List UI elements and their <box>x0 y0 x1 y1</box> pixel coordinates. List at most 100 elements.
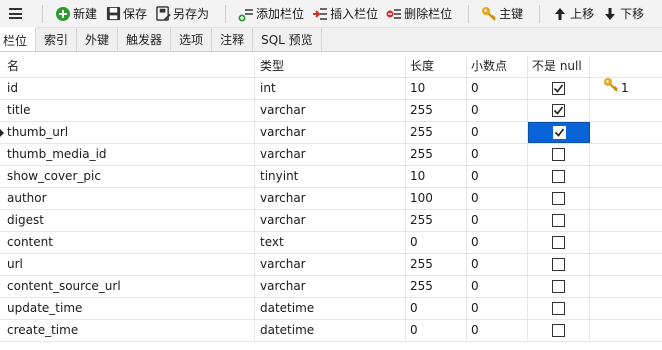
field-length-cell[interactable]: 255 <box>406 122 467 143</box>
field-name-cell[interactable]: thumb_url <box>0 122 255 143</box>
field-row[interactable]: author varchar 100 0 <box>0 188 662 210</box>
field-type-cell[interactable]: datetime <box>255 298 406 319</box>
field-type-cell[interactable]: varchar <box>255 188 406 209</box>
field-name-cell[interactable]: author <box>0 188 255 209</box>
field-type-cell[interactable]: varchar <box>255 100 406 121</box>
add-field-button[interactable]: 添加栏位 <box>234 2 308 26</box>
field-row[interactable]: thumb_url varchar 255 0 <box>0 122 662 144</box>
field-decimals-cell[interactable]: 0 <box>467 298 528 319</box>
field-row[interactable]: content_source_url varchar 255 0 <box>0 276 662 298</box>
field-name-cell[interactable]: content <box>0 232 255 253</box>
field-name-cell[interactable]: digest <box>0 210 255 231</box>
field-not-null-cell <box>528 78 590 99</box>
not-null-checkbox[interactable] <box>552 104 565 117</box>
field-type-cell[interactable]: varchar <box>255 276 406 297</box>
field-type-cell[interactable]: tinyint <box>255 166 406 187</box>
insert-field-button[interactable]: 插入栏位 <box>308 2 382 26</box>
tab-foreign-keys[interactable]: 外键 <box>77 28 119 51</box>
field-name-cell[interactable]: create_time <box>0 320 255 341</box>
not-null-checkbox[interactable] <box>552 236 565 249</box>
field-row[interactable]: show_cover_pic tinyint 10 0 <box>0 166 662 188</box>
field-decimals-cell[interactable]: 0 <box>467 100 528 121</box>
field-name-cell[interactable]: url <box>0 254 255 275</box>
current-row-marker-icon <box>0 129 4 137</box>
not-null-checkbox[interactable] <box>552 258 565 271</box>
not-null-checkbox[interactable] <box>552 148 565 161</box>
not-null-checkbox[interactable] <box>552 280 565 293</box>
field-decimals-cell[interactable]: 0 <box>467 188 528 209</box>
field-type-cell[interactable]: varchar <box>255 144 406 165</box>
field-type-cell[interactable]: text <box>255 232 406 253</box>
field-decimals-cell[interactable]: 0 <box>467 276 528 297</box>
column-header-decimals[interactable]: 小数点 <box>467 56 528 77</box>
field-decimals-cell[interactable]: 0 <box>467 78 528 99</box>
new-button[interactable]: 新建 <box>51 2 101 26</box>
menu-button[interactable] <box>0 0 30 28</box>
field-decimals-cell[interactable]: 0 <box>467 166 528 187</box>
field-row[interactable]: url varchar 255 0 <box>0 254 662 276</box>
field-length-cell[interactable]: 255 <box>406 254 467 275</box>
field-length-cell[interactable]: 255 <box>406 210 467 231</box>
field-row[interactable]: create_time datetime 0 0 <box>0 320 662 342</box>
not-null-checkbox[interactable] <box>552 324 565 337</box>
field-length-cell[interactable]: 10 <box>406 78 467 99</box>
column-header-not-null[interactable]: 不是 null <box>528 56 590 77</box>
field-length-cell[interactable]: 100 <box>406 188 467 209</box>
field-row[interactable]: title varchar 255 0 <box>0 100 662 122</box>
not-null-checkbox[interactable] <box>552 302 565 315</box>
field-row[interactable]: content text 0 0 <box>0 232 662 254</box>
tab-comments[interactable]: 注释 <box>212 28 254 51</box>
not-null-checkbox[interactable] <box>552 214 565 227</box>
field-type-cell[interactable]: varchar <box>255 254 406 275</box>
field-length-cell[interactable]: 255 <box>406 276 467 297</box>
field-length-cell[interactable]: 255 <box>406 144 467 165</box>
tab-fields[interactable]: 栏位 <box>0 27 37 51</box>
tab-indexes[interactable]: 索引 <box>36 28 78 51</box>
field-length-cell[interactable]: 0 <box>406 232 467 253</box>
not-null-checkbox[interactable] <box>552 170 565 183</box>
not-null-checkbox[interactable] <box>552 192 565 205</box>
field-decimals-cell[interactable]: 0 <box>467 210 528 231</box>
field-name-cell[interactable]: content_source_url <box>0 276 255 297</box>
field-row[interactable]: update_time datetime 0 0 <box>0 298 662 320</box>
field-row[interactable]: id int 10 0 1 <box>0 78 662 100</box>
tab-sql-preview[interactable]: SQL 预览 <box>253 28 322 51</box>
primary-key-button[interactable]: 主键 <box>477 2 527 26</box>
field-decimals-cell[interactable]: 0 <box>467 232 528 253</box>
save-as-button[interactable]: 另存为 <box>151 2 213 26</box>
move-up-button[interactable]: 上移 <box>548 2 598 26</box>
field-key-cell <box>590 122 662 143</box>
not-null-checkbox[interactable] <box>552 82 565 95</box>
field-name-cell[interactable]: thumb_media_id <box>0 144 255 165</box>
field-name-cell[interactable]: title <box>0 100 255 121</box>
field-decimals-cell[interactable]: 0 <box>467 122 528 143</box>
field-type-cell[interactable]: varchar <box>255 210 406 231</box>
field-decimals-cell[interactable]: 0 <box>467 320 528 341</box>
field-decimals-cell[interactable]: 0 <box>467 144 528 165</box>
not-null-checkbox[interactable] <box>552 126 566 139</box>
field-name-cell[interactable]: id <box>0 78 255 99</box>
field-decimals-cell[interactable]: 0 <box>467 254 528 275</box>
field-name-cell[interactable]: update_time <box>0 298 255 319</box>
field-length-cell[interactable]: 0 <box>406 298 467 319</box>
field-grid: 名 类型 长度 小数点 不是 null id int 10 0 1 title varcha… <box>0 56 662 342</box>
move-down-button[interactable]: 下移 <box>598 2 648 26</box>
field-name-cell[interactable]: show_cover_pic <box>0 166 255 187</box>
delete-field-button[interactable]: 删除栏位 <box>382 2 456 26</box>
column-header-type[interactable]: 类型 <box>255 56 406 77</box>
field-row[interactable]: thumb_media_id varchar 255 0 <box>0 144 662 166</box>
field-type-cell[interactable]: datetime <box>255 320 406 341</box>
column-header-name[interactable]: 名 <box>0 56 255 77</box>
field-length-cell[interactable]: 10 <box>406 166 467 187</box>
field-type-cell[interactable]: int <box>255 78 406 99</box>
field-not-null-cell <box>528 276 590 297</box>
field-length-cell[interactable]: 0 <box>406 320 467 341</box>
tab-triggers[interactable]: 触发器 <box>118 28 172 51</box>
field-row[interactable]: digest varchar 255 0 <box>0 210 662 232</box>
column-header-length[interactable]: 长度 <box>406 56 467 77</box>
field-type-cell[interactable]: varchar <box>255 122 406 143</box>
field-length-cell[interactable]: 255 <box>406 100 467 121</box>
tab-options[interactable]: 选项 <box>171 28 213 51</box>
save-button[interactable]: 保存 <box>101 2 151 26</box>
column-header-key[interactable] <box>590 56 662 77</box>
